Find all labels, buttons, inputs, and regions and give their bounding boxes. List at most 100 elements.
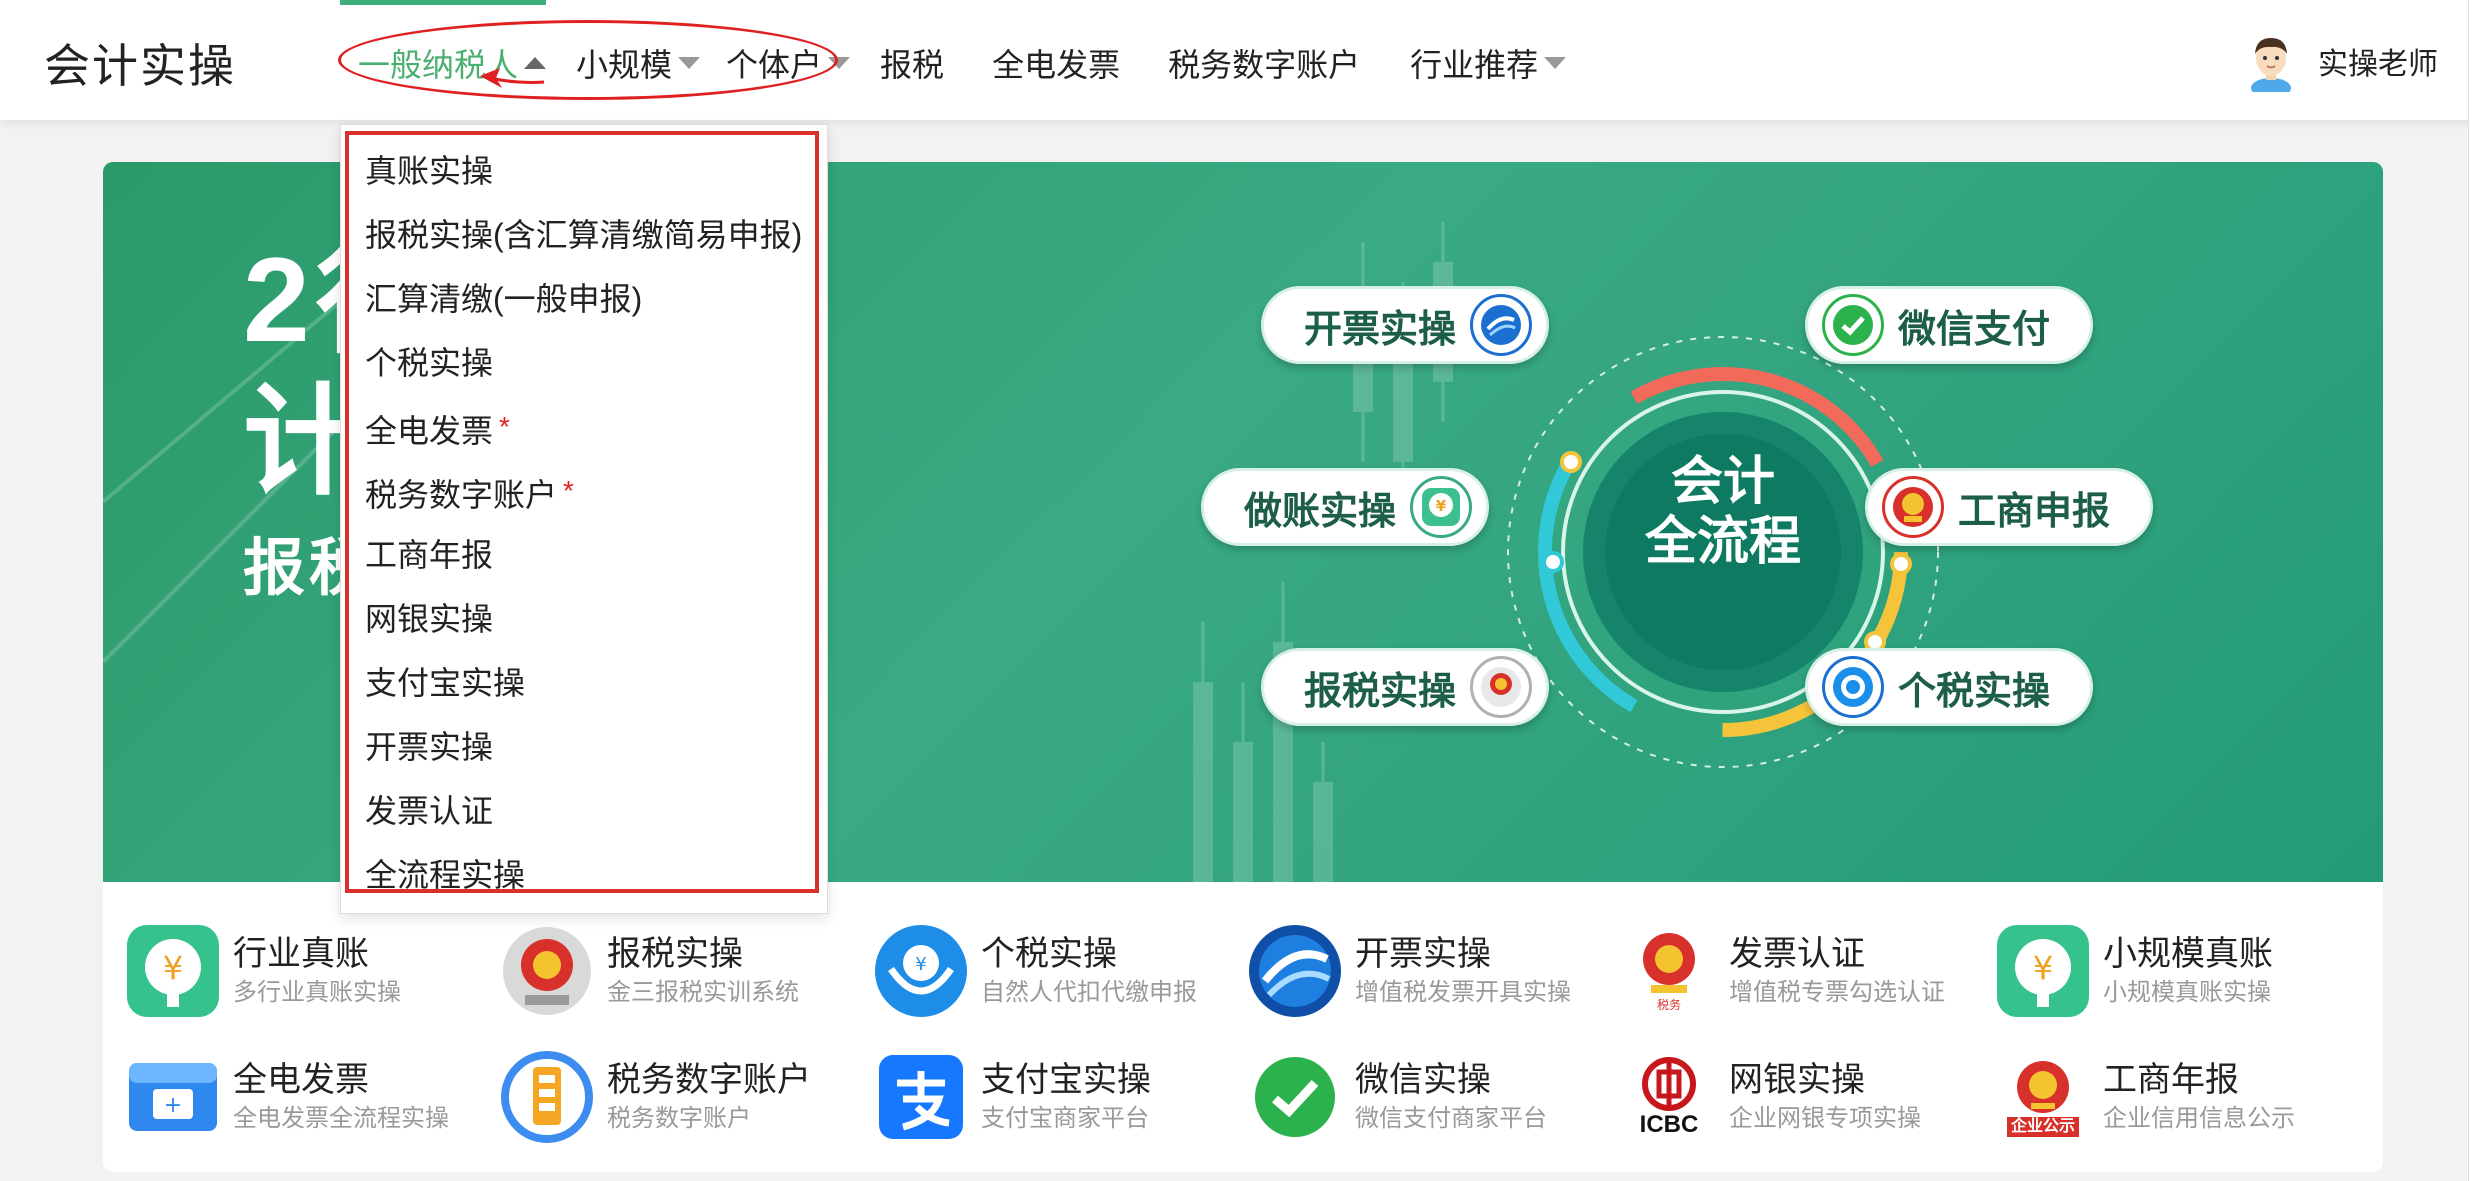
app-name: 微信实操 <box>1355 1061 1491 1099</box>
new-badge: * <box>499 411 510 442</box>
ledger-icon: ¥ <box>127 925 219 1017</box>
nav-individual-business[interactable]: 个体户 <box>726 40 851 86</box>
pill-label: 做账实操 <box>1244 490 1397 533</box>
personal-tax-icon <box>1822 656 1884 718</box>
app-name: 行业真账 <box>233 935 369 973</box>
app-text: 个税实操 自然人代扣代缴申报 <box>981 932 1197 1010</box>
pill-personal-tax[interactable]: 个税实操 <box>1805 648 2094 726</box>
app-e-invoice[interactable]: + 全电发票 全电发票全流程实操 <box>125 1042 495 1152</box>
app-desc: 全电发票全流程实操 <box>233 1105 449 1132</box>
app-name: 全电发票 <box>233 1061 369 1099</box>
app-text: 行业真账 多行业真账实操 <box>233 932 401 1010</box>
menu-item-invoicing[interactable]: 开票实操 <box>365 715 802 779</box>
app-text: 报税实操 金三报税实训系统 <box>607 932 799 1010</box>
pill-tax-filing[interactable]: 报税实操 <box>1261 648 1550 726</box>
svg-text:+: + <box>164 1093 182 1118</box>
app-name: 发票认证 <box>1729 935 1865 973</box>
app-digital-tax-account[interactable]: 税务数字账户 税务数字账户 <box>499 1042 869 1152</box>
dropdown-list: 真账实操 报税实操(含汇算清缴简易申报) 汇算清缴(一般申报) 个税实操 全电发… <box>365 139 802 907</box>
svg-text:¥: ¥ <box>1436 497 1447 515</box>
app-text: 全电发票 全电发票全流程实操 <box>233 1058 449 1136</box>
user-name: 实操老师 <box>2318 48 2438 81</box>
app-desc: 税务数字账户 <box>607 1105 751 1132</box>
menu-item-alipay[interactable]: 支付宝实操 <box>365 651 802 715</box>
invoice-globe-icon <box>1249 925 1341 1017</box>
nav-small-scale[interactable]: 小规模 <box>576 40 701 86</box>
nav-e-invoice[interactable]: 全电发票 <box>992 40 1120 86</box>
user-menu[interactable]: 实操老师 <box>2240 30 2438 92</box>
active-nav-indicator <box>340 0 546 5</box>
app-desc: 企业网银专项实操 <box>1729 1105 1921 1132</box>
app-online-banking[interactable]: ICBC 网银实操 企业网银专项实操 <box>1621 1042 1991 1152</box>
nav-tax-filing[interactable]: 报税 <box>880 40 944 86</box>
personal-tax-icon: ¥ <box>875 925 967 1017</box>
menu-item-tax-filing[interactable]: 报税实操(含汇算清缴简易申报) <box>365 203 802 267</box>
menu-item-label: 全电发票 <box>365 413 494 449</box>
app-desc: 自然人代扣代缴申报 <box>981 979 1197 1006</box>
pill-invoice[interactable]: 开票实操 <box>1261 286 1550 364</box>
menu-item-label: 支付宝实操 <box>365 665 526 701</box>
menu-item-digital-tax-account[interactable]: 税务数字账户 * <box>365 459 802 523</box>
app-desc: 增值税专票勾选认证 <box>1729 979 1945 1006</box>
menu-item-annual-report[interactable]: 工商年报 <box>365 523 802 587</box>
nav-label: 行业推荐 <box>1410 47 1539 83</box>
scrollbar-track[interactable] <box>2468 0 2491 1181</box>
menu-item-label: 网银实操 <box>365 601 494 637</box>
emblem-mark <box>2017 1061 2069 1113</box>
pill-label: 报税实操 <box>1304 670 1457 713</box>
site-logo[interactable]: 会计实操 <box>44 30 236 96</box>
svg-text:¥: ¥ <box>915 954 926 975</box>
svg-text:¥: ¥ <box>163 949 183 987</box>
wechat-icon <box>1822 294 1884 356</box>
app-name: 税务数字账户 <box>607 1061 811 1099</box>
nav-digital-tax-account[interactable]: 税务数字账户 <box>1168 40 1360 86</box>
app-name: 支付宝实操 <box>981 1061 1151 1099</box>
app-invoice-verification[interactable]: 税务 发票认证 增值税专票勾选认证 <box>1621 916 1991 1026</box>
alipay-icon <box>879 1055 963 1139</box>
app-industry-ledger[interactable]: ¥ 行业真账 多行业真账实操 <box>125 916 495 1026</box>
icbc-logo-mark <box>1642 1057 1696 1111</box>
app-desc: 支付宝商家平台 <box>981 1105 1149 1132</box>
menu-item-invoice-verification[interactable]: 发票认证 <box>365 779 802 843</box>
e-invoice-icon: + <box>129 1063 217 1131</box>
digital-account-icon <box>501 1051 593 1143</box>
avatar-icon <box>2251 38 2291 92</box>
nav-general-taxpayer[interactable]: 一般纳税人 <box>358 40 547 86</box>
ledger-icon: ¥ <box>1997 925 2089 1017</box>
pill-label: 微信支付 <box>1898 308 2051 351</box>
menu-item-label: 税务数字账户 <box>365 477 558 513</box>
menu-item-annual-settlement[interactable]: 汇算清缴(一般申报) <box>365 267 802 331</box>
pill-label: 个税实操 <box>1898 670 2051 713</box>
app-invoicing[interactable]: 开票实操 增值税发票开具实操 <box>1247 916 1617 1026</box>
invoice-globe-icon <box>1470 294 1533 356</box>
app-desc: 增值税发票开具实操 <box>1355 979 1571 1006</box>
caret-down-icon <box>1544 57 1567 69</box>
nav-label: 报税 <box>880 47 945 83</box>
app-business-annual-report[interactable]: 企业公示 工商年报 企业信用信息公示 <box>1995 1042 2365 1152</box>
menu-item-label: 汇算清缴(一般申报) <box>365 281 643 317</box>
app-tax-filing[interactable]: 报税实操 金三报税实训系统 <box>499 916 869 1026</box>
app-small-scale-ledger[interactable]: ¥ 小规模真账 小规模真账实操 <box>1995 916 2365 1026</box>
app-name: 网银实操 <box>1729 1061 1865 1099</box>
menu-item-full-process[interactable]: 全流程实操 <box>365 843 802 907</box>
nav-label: 一般纳税人 <box>358 47 519 83</box>
top-navigation-bar: 会计实操 一般纳税人 小规模 个体户 报税 全电发票 税务数字账户 行业推荐 实… <box>0 0 2491 120</box>
app-text: 发票认证 增值税专票勾选认证 <box>1729 932 1945 1010</box>
menu-item-label: 真账实操 <box>365 153 494 189</box>
menu-item-personal-tax[interactable]: 个税实操 <box>365 331 802 395</box>
app-alipay[interactable]: 支付宝实操 支付宝商家平台 <box>873 1042 1243 1152</box>
app-name: 开票实操 <box>1355 935 1491 973</box>
app-personal-tax[interactable]: ¥ 个税实操 自然人代扣代缴申报 <box>873 916 1243 1026</box>
pill-business-filing[interactable]: 工商申报 <box>1865 468 2154 546</box>
pill-bookkeeping[interactable]: 做账实操 ¥ <box>1201 468 1490 546</box>
menu-item-e-invoice[interactable]: 全电发票 * <box>365 395 802 459</box>
menu-item-online-banking[interactable]: 网银实操 <box>365 587 802 651</box>
nav-label: 小规模 <box>576 47 673 83</box>
menu-item-real-ledger[interactable]: 真账实操 <box>365 139 802 203</box>
general-taxpayer-dropdown: 真账实操 报税实操(含汇算清缴简易申报) 汇算清缴(一般申报) 个税实操 全电发… <box>340 124 828 914</box>
pill-wechat-pay[interactable]: 微信支付 <box>1805 286 2094 364</box>
app-desc: 多行业真账实操 <box>233 979 401 1006</box>
nav-industry-recommend[interactable]: 行业推荐 <box>1410 40 1567 86</box>
app-wechat[interactable]: 微信实操 微信支付商家平台 <box>1247 1042 1617 1152</box>
nav-label: 税务数字账户 <box>1168 47 1361 83</box>
